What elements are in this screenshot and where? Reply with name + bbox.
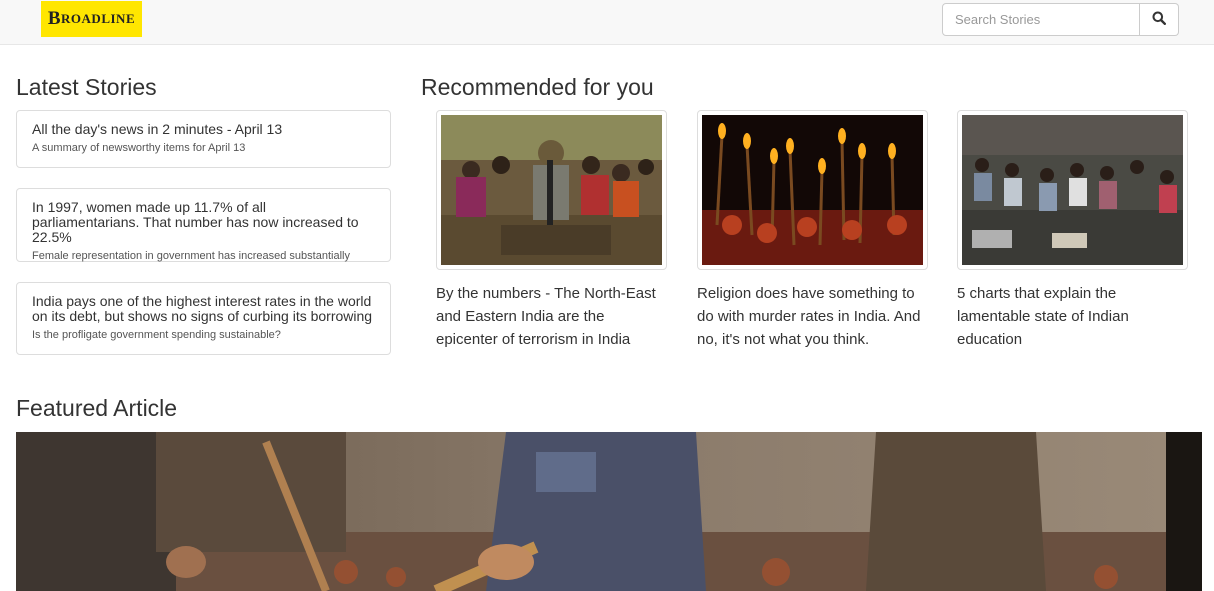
crowd-photo [441, 115, 662, 265]
story-headline[interactable]: All the day's news in 2 minutes - April … [32, 122, 375, 137]
recommended-title[interactable]: Religion does have something to do with … [697, 282, 928, 351]
story-card[interactable]: In 1997, women made up 11.7% of all parl… [16, 188, 391, 262]
search-button[interactable] [1140, 3, 1179, 36]
recommended-card[interactable]: By the numbers - The North-East and East… [436, 110, 667, 351]
story-headline[interactable]: India pays one of the highest interest r… [32, 294, 375, 324]
featured-heading: Featured Article [16, 395, 178, 421]
story-summary: A summary of newsworthy items for April … [32, 142, 246, 154]
recommended-card[interactable]: 5 charts that explain the lamentable sta… [957, 110, 1188, 351]
recommended-heading: Recommended for you [421, 74, 654, 100]
recommended-title[interactable]: By the numbers - The North-East and East… [436, 282, 667, 351]
story-summary: Is the profligate government spending su… [32, 329, 281, 341]
top-navbar: B ROADLINE [0, 0, 1214, 45]
search-icon [1152, 11, 1167, 28]
torch-rally-photo [702, 115, 923, 265]
story-card[interactable]: India pays one of the highest interest r… [16, 282, 391, 355]
child-laborers-photo [16, 432, 1202, 591]
story-summary: Female representation in government has … [32, 250, 350, 262]
recommended-card[interactable]: Religion does have something to do with … [697, 110, 928, 351]
site-logo[interactable]: B ROADLINE [41, 1, 142, 37]
classroom-photo [962, 115, 1183, 265]
search-form [942, 3, 1179, 36]
recommended-thumbnail[interactable] [697, 110, 928, 270]
recommended-title[interactable]: 5 charts that explain the lamentable sta… [957, 282, 1188, 351]
recommended-thumbnail[interactable] [957, 110, 1188, 270]
story-card[interactable]: All the day's news in 2 minutes - April … [16, 110, 391, 168]
story-headline[interactable]: In 1997, women made up 11.7% of all parl… [32, 200, 375, 245]
latest-stories-heading: Latest Stories [16, 74, 157, 100]
search-input[interactable] [942, 3, 1140, 36]
recommended-thumbnail[interactable] [436, 110, 667, 270]
featured-article-image[interactable] [16, 432, 1202, 591]
